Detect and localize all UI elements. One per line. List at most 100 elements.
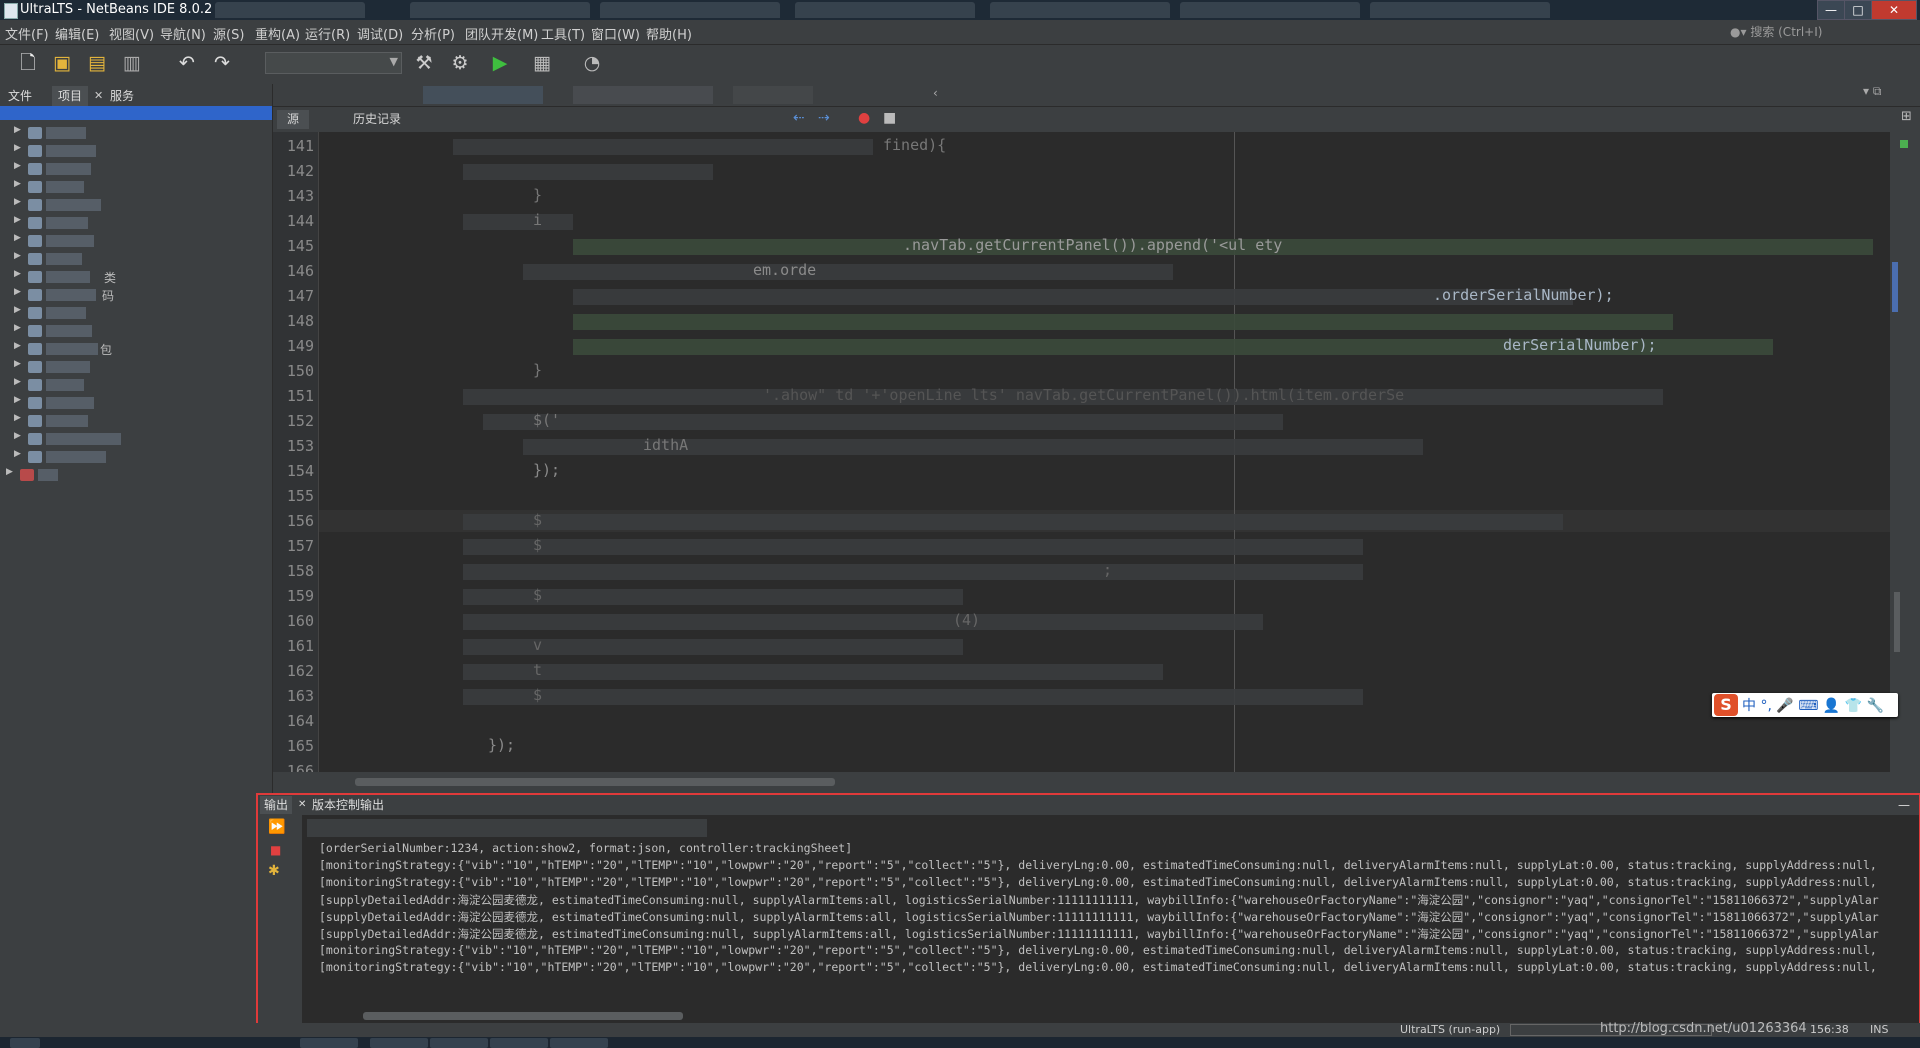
tree-item[interactable]: ▶ <box>14 376 264 394</box>
tab-source[interactable]: 源 <box>277 110 310 129</box>
menu-team[interactable]: 团队开发(M) <box>465 24 538 43</box>
tree-item[interactable]: ▶ <box>14 160 264 178</box>
open-project-icon[interactable]: ▤ <box>85 51 109 75</box>
editor-tab[interactable] <box>423 86 543 104</box>
tab-files[interactable]: 文件 <box>2 86 38 106</box>
save-all-icon[interactable]: ▥ <box>120 51 144 75</box>
profile-icon[interactable]: ◔ <box>580 51 604 75</box>
expand-icon[interactable]: ▶ <box>14 269 21 279</box>
browser-tab[interactable] <box>1180 2 1360 18</box>
expand-icon[interactable]: ▶ <box>14 341 21 351</box>
expand-icon[interactable]: ▶ <box>14 305 21 315</box>
tree-item[interactable]: ▶ <box>14 214 264 232</box>
rerun-icon[interactable]: ⏩ <box>268 819 285 835</box>
output-horizontal-scrollbar[interactable] <box>363 1012 683 1020</box>
arrow-left-icon[interactable]: ⇠ <box>793 110 805 126</box>
expand-icon[interactable]: ▶ <box>14 125 21 135</box>
run-icon[interactable]: ▶ <box>488 51 512 75</box>
close-button[interactable]: ✕ <box>1871 0 1917 20</box>
settings-icon[interactable]: ✱ <box>268 863 280 879</box>
browser-tab[interactable] <box>410 2 590 18</box>
expand-icon[interactable]: ▶ <box>14 377 21 387</box>
maximize-button[interactable]: □ <box>1844 0 1872 20</box>
scroll-marker[interactable] <box>1892 262 1898 312</box>
expand-icon[interactable]: ▶ <box>14 287 21 297</box>
tree-item[interactable]: ▶ <box>14 250 264 268</box>
menu-profile[interactable]: 分析(P) <box>411 24 455 43</box>
menu-edit[interactable]: 编辑(E) <box>55 24 99 43</box>
tab-vcs-output[interactable]: 版本控制输出 <box>308 796 388 814</box>
editor-horizontal-scrollbar[interactable] <box>355 778 835 786</box>
menu-debug[interactable]: 调试(D) <box>357 24 403 43</box>
configuration-select[interactable]: ▼ <box>265 52 402 74</box>
menu-view[interactable]: 视图(V) <box>109 24 154 43</box>
tree-item[interactable]: ▶ <box>14 232 264 250</box>
menu-tools[interactable]: 工具(T) <box>541 24 585 43</box>
tree-item[interactable]: ▶ <box>14 394 264 412</box>
expand-icon[interactable]: ▶ <box>14 413 21 423</box>
editor-tab[interactable] <box>573 86 713 104</box>
output-console[interactable]: [orderSerialNumber:1234, action:show2, f… <box>303 815 1919 1025</box>
tree-item[interactable]: ▶ 类 <box>14 268 264 286</box>
expand-icon[interactable]: ▶ <box>14 251 21 261</box>
tab-services[interactable]: 服务 <box>104 86 140 106</box>
taskbar-item[interactable] <box>370 1038 428 1048</box>
menu-navigate[interactable]: 导航(N) <box>160 24 206 43</box>
browser-tab[interactable] <box>1370 2 1550 18</box>
minimize-icon[interactable]: — <box>1894 796 1914 814</box>
expand-icon[interactable]: ▶ <box>14 197 21 207</box>
tree-item[interactable]: ▶ <box>6 466 256 484</box>
clean-build-icon[interactable]: ⚙ <box>448 51 472 75</box>
menu-help[interactable]: 帮助(H) <box>646 24 692 43</box>
browser-tab[interactable] <box>215 2 365 18</box>
tree-item[interactable]: ▶ <box>14 142 264 160</box>
debug-icon[interactable]: ▦ <box>530 51 554 75</box>
tree-item[interactable]: ▶ 码 <box>14 286 264 304</box>
undo-icon[interactable]: ↶ <box>175 51 199 75</box>
vertical-scrollbar[interactable] <box>1894 592 1900 652</box>
taskbar-item[interactable] <box>300 1038 358 1048</box>
tree-item[interactable]: ▶ <box>14 412 264 430</box>
browser-tab[interactable] <box>990 2 1170 18</box>
taskbar-item[interactable] <box>430 1038 488 1048</box>
expand-icon[interactable]: ▶ <box>14 449 21 459</box>
tab-history[interactable]: 历史记录 <box>343 110 411 129</box>
code-editor[interactable]: 141 142 143 144 145 146 147 148 149 150 … <box>273 132 1890 786</box>
expand-icon[interactable]: ▶ <box>14 431 21 441</box>
expand-icon[interactable]: ▶ <box>14 323 21 333</box>
tab-projects[interactable]: 项目 <box>52 86 89 106</box>
tree-item[interactable]: ▶ <box>14 322 264 340</box>
redo-icon[interactable]: ↷ <box>210 51 234 75</box>
tab-list-icon[interactable]: ▾ ⧉ <box>1863 84 1881 99</box>
tab-output[interactable]: 输出 <box>260 796 293 814</box>
record-macro-icon[interactable]: ● <box>858 110 870 126</box>
tree-item[interactable]: ▶ <box>14 178 264 196</box>
menu-window[interactable]: 窗口(W) <box>591 24 640 43</box>
expand-icon[interactable]: ▶ <box>14 215 21 225</box>
editor-error-stripe[interactable] <box>1890 132 1920 772</box>
tree-item[interactable]: ▶ <box>14 124 264 142</box>
build-icon[interactable]: ⚒ <box>412 51 436 75</box>
taskbar-item[interactable] <box>490 1038 548 1048</box>
arrow-right-icon[interactable]: ⇢ <box>818 110 830 126</box>
tree-item[interactable]: ▶ <box>14 358 264 376</box>
tree-root-selected[interactable] <box>0 106 272 120</box>
menu-refactor[interactable]: 重构(A) <box>255 24 300 43</box>
expand-icon[interactable]: ▶ <box>14 143 21 153</box>
tree-item[interactable]: ▶ <box>14 304 264 322</box>
stop-icon[interactable]: ■ <box>270 843 281 857</box>
search-input[interactable]: ●▾ 搜索 (Ctrl+I) <box>1730 23 1915 41</box>
new-project-icon[interactable]: ▣ <box>50 51 74 75</box>
expand-icon[interactable]: ▶ <box>6 467 13 477</box>
taskbar-item[interactable] <box>550 1038 608 1048</box>
tree-item[interactable]: ▶ <box>14 196 264 214</box>
menu-run[interactable]: 运行(R) <box>305 24 350 43</box>
start-button[interactable] <box>10 1038 40 1048</box>
split-editor-icon[interactable]: ⊞ <box>1901 109 1912 124</box>
ime-toolbar[interactable]: S 中 °, 🎤 ⌨ 👤 👕 🔧 <box>1712 693 1898 717</box>
tree-item[interactable]: ▶ 包 <box>14 340 264 358</box>
tree-item[interactable]: ▶ <box>14 430 264 448</box>
expand-icon[interactable]: ▶ <box>14 179 21 189</box>
menu-source[interactable]: 源(S) <box>213 24 244 43</box>
browser-tab[interactable] <box>600 2 780 18</box>
